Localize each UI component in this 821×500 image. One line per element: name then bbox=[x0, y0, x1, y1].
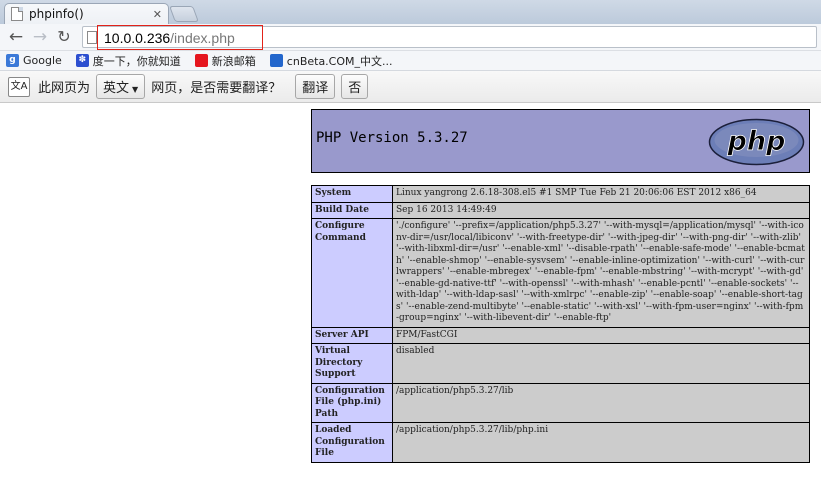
bookmark-sina[interactable]: 新浪邮箱 bbox=[194, 53, 256, 69]
table-row: System Linux yangrong 2.6.18-308.el5 #1 … bbox=[311, 185, 810, 203]
bookmark-label: Google bbox=[23, 54, 62, 67]
php-version-title: PHP Version 5.3.27 bbox=[316, 130, 468, 146]
tab-title: phpinfo() bbox=[29, 7, 84, 21]
table-row: Server API FPM/FastCGI bbox=[311, 326, 810, 344]
bookmark-baidu[interactable]: ✽ 度一下，你就知道 bbox=[75, 53, 181, 69]
bookmarks-bar: g Google ✽ 度一下，你就知道 新浪邮箱 cnBeta.COM_中文..… bbox=[0, 51, 821, 71]
back-arrow-icon[interactable]: ← bbox=[6, 27, 26, 47]
table-row: Virtual Directory Support disabled bbox=[311, 343, 810, 384]
chevron-down-icon: ▼ bbox=[132, 85, 139, 94]
php-info-table: System Linux yangrong 2.6.18-308.el5 #1 … bbox=[311, 185, 810, 463]
row-value: /application/php5.3.27/lib/php.ini bbox=[392, 422, 810, 463]
page-content: PHP Version 5.3.27 php System Linux yang… bbox=[0, 103, 821, 500]
tab-strip: phpinfo() ✕ bbox=[0, 0, 821, 24]
sina-icon bbox=[194, 54, 208, 67]
url-host: 10.0.0.236 bbox=[104, 30, 171, 46]
row-key: System bbox=[311, 185, 393, 203]
page-icon bbox=[87, 31, 97, 44]
row-value: disabled bbox=[392, 343, 810, 384]
baidu-icon: ✽ bbox=[75, 54, 89, 67]
table-row: Configuration File (php.ini) Path /appli… bbox=[311, 382, 810, 423]
bookmark-label: 新浪邮箱 bbox=[211, 54, 256, 68]
bookmark-google[interactable]: g Google bbox=[6, 54, 62, 67]
translate-button[interactable]: 翻译 bbox=[295, 74, 336, 99]
browser-toolbar: ← → ↻ 10.0.0.236/index.php bbox=[0, 24, 821, 51]
php-logo: php bbox=[708, 118, 805, 166]
table-row: Loaded Configuration File /application/p… bbox=[311, 422, 810, 463]
translate-bar: 文A 此网页为 英文 ▼ 网页，是否需要翻译？ 翻译 否 bbox=[0, 71, 821, 103]
url-path: /index.php bbox=[170, 30, 235, 46]
bookmark-cnbeta[interactable]: cnBeta.COM_中文... bbox=[269, 53, 393, 69]
table-row: Configure Command './configure' '--prefi… bbox=[311, 218, 810, 328]
page-icon bbox=[11, 7, 23, 21]
cnbeta-icon bbox=[269, 54, 283, 67]
language-value: 英文 bbox=[103, 81, 130, 96]
browser-tab[interactable]: phpinfo() ✕ bbox=[4, 3, 169, 24]
google-icon: g bbox=[6, 54, 19, 67]
translate-prefix: 此网页为 bbox=[38, 81, 91, 96]
bookmark-label: 度一下，你就知道 bbox=[92, 54, 181, 68]
php-logo-text: php bbox=[727, 126, 786, 157]
row-key: Server API bbox=[311, 326, 393, 344]
translate-question: 网页，是否需要翻译？ bbox=[151, 81, 282, 96]
row-key: Loaded Configuration File bbox=[311, 422, 393, 463]
row-key: Build Date bbox=[311, 201, 393, 219]
row-value: Linux yangrong 2.6.18-308.el5 #1 SMP Tue… bbox=[392, 185, 810, 203]
row-key: Configure Command bbox=[311, 218, 393, 328]
language-select[interactable]: 英文 ▼ bbox=[96, 74, 146, 99]
url-highlight-box: 10.0.0.236/index.php bbox=[97, 25, 263, 50]
php-version-header: PHP Version 5.3.27 php bbox=[311, 109, 810, 173]
no-translate-button[interactable]: 否 bbox=[341, 74, 369, 99]
row-value: './configure' '--prefix=/application/php… bbox=[392, 218, 810, 328]
row-key: Virtual Directory Support bbox=[311, 343, 393, 384]
row-value: Sep 16 2013 14:49:49 bbox=[392, 201, 810, 219]
address-bar[interactable]: 10.0.0.236/index.php bbox=[82, 25, 817, 50]
row-key: Configuration File (php.ini) Path bbox=[311, 382, 393, 423]
row-value: FPM/FastCGI bbox=[392, 326, 810, 344]
row-value: /application/php5.3.27/lib bbox=[392, 382, 810, 423]
url-text[interactable]: 10.0.0.236/index.php bbox=[104, 30, 235, 46]
close-tab-icon[interactable]: ✕ bbox=[153, 8, 162, 21]
translate-icon: 文A bbox=[8, 76, 30, 97]
forward-arrow-icon[interactable]: → bbox=[30, 27, 50, 47]
bookmark-label: cnBeta.COM_中文... bbox=[286, 54, 393, 68]
new-tab-button[interactable] bbox=[169, 6, 199, 22]
reload-icon[interactable]: ↻ bbox=[54, 27, 74, 47]
table-row: Build Date Sep 16 2013 14:49:49 bbox=[311, 201, 810, 219]
